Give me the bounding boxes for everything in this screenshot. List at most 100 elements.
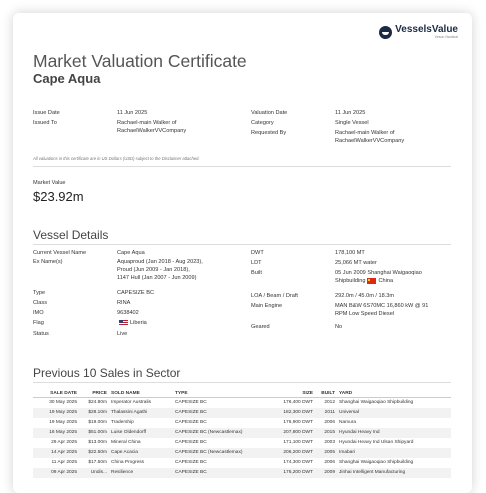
class-row: Class RINA	[33, 299, 130, 307]
sold-name-cell: Imperator Australis	[111, 400, 151, 406]
price-cell: $28.10m	[79, 407, 109, 418]
detail-label: LDT	[251, 260, 262, 266]
divider	[33, 244, 451, 245]
yard-cell: Shanghai Waigaoqiao Shipbuilding	[339, 400, 414, 406]
sale-date-cell: 19 May 2025	[33, 407, 79, 418]
brand-name: VesselsValue	[395, 24, 458, 35]
detail-label: IMO	[33, 310, 44, 316]
yard-cell: Hyundai Heavy Ind	[337, 427, 451, 438]
main-engine-row: Main Engine MAN B&W 6S70MC 16,860 kW @ 91…	[251, 302, 428, 318]
detail-label: Status	[33, 331, 49, 337]
price-cell: $17.50m	[88, 460, 107, 465]
sale-date-cell: 30 May 2025	[49, 400, 77, 406]
built-cell: 2006	[324, 460, 335, 465]
price-cell: Undis...	[79, 467, 109, 478]
price-cell: $24.80m	[88, 400, 107, 406]
yard-cell: Imabari	[337, 447, 451, 458]
sales-table-row: 19 May 2025 $19.00m Tradership CAPESIZE BC 1…	[33, 418, 451, 428]
brand-logo: VesselsValue Veson Nautical	[379, 25, 458, 39]
type-cell: CAPESIZE BC	[175, 440, 207, 445]
detail-value: 9638402	[117, 310, 139, 316]
price-cell: $51.00m	[79, 427, 109, 438]
sale-date-cell: 29 Apr 2025	[51, 440, 77, 445]
brand-tagline: Veson Nautical	[434, 35, 458, 39]
size-cell: 182,300 DWT	[273, 407, 315, 418]
ex-name-entry: Aquaproud (Jan 2018 - Aug 2023),	[117, 259, 203, 265]
ex-name-entry: 1147 Hull (Jan 2007 - Jun 2009)	[117, 275, 197, 281]
col-yard: YARD	[337, 389, 451, 398]
market-value-label: Market Value	[33, 180, 66, 186]
sold-name-cell: Thalassini Agathi	[109, 407, 173, 418]
col-sale-date: SALE DATE	[33, 389, 79, 398]
built-cell: 2011	[315, 407, 337, 418]
liberia-flag-icon	[119, 319, 128, 326]
type-cell: CAPESIZE BC	[175, 460, 207, 465]
size-cell: 206,200 DWT	[273, 447, 315, 458]
type-cell: CAPESIZE BC (Newcastlemax)	[173, 447, 273, 458]
detail-value: 178,100 MT	[335, 250, 365, 256]
type-cell: CAPESIZE BC	[175, 420, 207, 425]
requested-by-line: RachaelWalkerVVCompany	[335, 138, 405, 144]
detail-label: Flag	[33, 320, 44, 326]
detail-value: RINA	[117, 300, 131, 306]
detail-value: Liberia	[130, 320, 147, 326]
built-row: Built 05 Jun 2009 Shanghai Waigaoqiao Ship…	[251, 269, 422, 285]
certificate-title: Market Valuation Certificate	[33, 51, 247, 71]
sale-date-cell: 19 May 2025	[49, 420, 77, 425]
built-yard-cont: Shipbuilding	[335, 278, 366, 284]
size-cell: 176,900 DWT	[283, 420, 313, 425]
sale-date-cell: 14 Apr 2025	[33, 447, 79, 458]
type-row: Type CAPESIZE BC	[33, 289, 154, 297]
detail-label: Geared	[251, 324, 270, 330]
vessel-name-heading: Cape Aqua	[33, 71, 101, 86]
size-cell: 171,100 DWT	[283, 440, 313, 445]
sales-table-row: 14 Apr 2025 $22.50m Cape Acacia CAPESIZE BC…	[33, 447, 451, 458]
col-price: PRICE	[79, 389, 109, 398]
built-cell: 2005	[315, 447, 337, 458]
built-cell: 2006	[324, 420, 335, 425]
sold-name-cell: China Progress	[111, 460, 145, 465]
type-cell: CAPESIZE BC (Newcastlemax)	[173, 427, 273, 438]
sales-table-row: 30 May 2025 $24.80m Imperator Australis CAP…	[33, 398, 451, 408]
imo-row: IMO 9638402	[33, 309, 139, 317]
china-flag-icon	[367, 277, 377, 284]
valuation-date-label: Valuation Date	[251, 110, 288, 116]
sale-date-cell: 16 May 2025	[33, 427, 79, 438]
type-cell: CAPESIZE BC	[175, 400, 207, 406]
requested-by-line: Rachael-main Walker of	[335, 130, 395, 136]
built-country: China	[378, 278, 394, 284]
category-row: Category Single Vessel	[251, 119, 369, 127]
market-value: $23.92m	[33, 189, 84, 204]
price-cell: $22.50m	[79, 447, 109, 458]
col-size: SIZE	[273, 389, 315, 398]
sold-name-cell: Resilience	[109, 467, 173, 478]
flag-row: Flag Liberia	[33, 319, 147, 327]
price-cell: $19.00m	[88, 420, 107, 425]
sales-table-row: 09 Apr 2025 Undis... Resilience CAPESIZE BC…	[33, 467, 451, 478]
issue-date-value: 11 Jun 2025	[117, 110, 148, 116]
detail-label: Ex Name(s)	[33, 259, 63, 265]
type-cell: CAPESIZE BC	[173, 407, 273, 418]
issue-date-label: Issue Date	[33, 110, 60, 116]
dwt-row: DWT 178,100 MT	[251, 249, 365, 257]
category-value: Single Vessel	[335, 120, 369, 126]
issued-to-row: Issued To Rachael-main Walker of RachaelWa…	[33, 119, 186, 135]
detail-value: Cape Aqua	[117, 250, 145, 256]
sold-name-cell: Tradership	[111, 420, 134, 425]
detail-value: 292.0m / 45.0m / 18.3m	[335, 293, 395, 299]
built-cell: 2003	[324, 440, 335, 445]
issued-to-line: Rachael-main Walker of	[117, 120, 177, 126]
col-type: TYPE	[173, 389, 273, 398]
built-cell: 2009	[315, 467, 337, 478]
sales-table-row: 19 May 2025 $28.10m Thalassini Agathi CAPES…	[33, 407, 451, 418]
currency-disclaimer-note: All valuations in this certificate are i…	[33, 156, 200, 161]
sales-table-row: 16 May 2025 $51.00m Luise Oldendorff CAPESI…	[33, 427, 451, 438]
sales-table: SALE DATE PRICE SOLD NAME TYPE SIZE BUIL…	[33, 389, 451, 478]
valuation-date-value: 11 Jun 2025	[335, 110, 366, 116]
issue-date-row: Issue Date 11 Jun 2025	[33, 109, 147, 117]
vesselsvalue-logo-icon	[379, 25, 393, 39]
col-built: BUILT	[315, 389, 337, 398]
requested-by-row: Requested By Rachael-main Walker of Rachae…	[251, 129, 404, 145]
size-cell: 176,400 DWT	[283, 400, 313, 406]
valuation-date-row: Valuation Date 11 Jun 2025	[251, 109, 365, 117]
